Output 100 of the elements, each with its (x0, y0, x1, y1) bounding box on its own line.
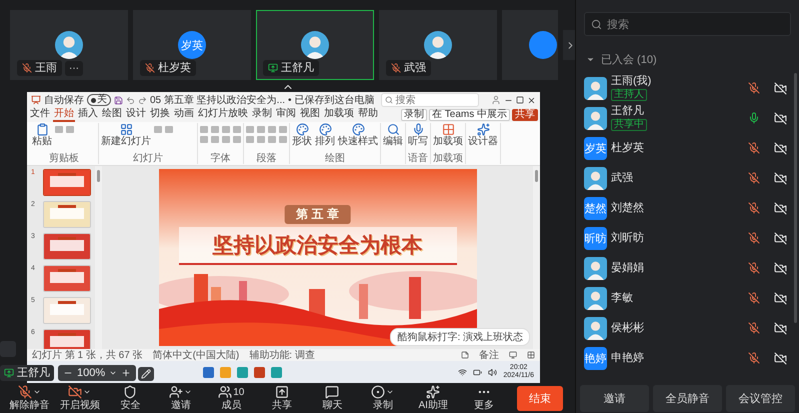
ribbon-tab[interactable]: 帮助 (357, 108, 379, 122)
participant-name: 王雨 (35, 62, 57, 74)
camera-off-icon[interactable] (774, 322, 787, 334)
group-header[interactable]: 已入会 (10) (576, 36, 799, 73)
volume-icon[interactable] (488, 368, 498, 376)
camera-off-icon[interactable] (774, 172, 787, 184)
normal-view-icon[interactable] (509, 351, 517, 359)
ribbon-button[interactable]: 快速样式 (338, 123, 378, 147)
camera-off-icon[interactable] (774, 292, 787, 304)
video-tile[interactable] (502, 10, 558, 80)
camera-off-icon[interactable] (774, 112, 787, 124)
more-button[interactable]: ··· (65, 61, 83, 76)
share-button[interactable]: 共享 (512, 109, 538, 121)
ribbon-button[interactable]: 排列 (315, 123, 335, 147)
zoom-in-icon[interactable] (121, 368, 132, 378)
annotate-button[interactable] (138, 367, 154, 381)
camera-off-icon[interactable] (774, 352, 787, 364)
toolbar-button[interactable]: AI助理 (408, 385, 458, 411)
ribbon-button[interactable]: 听写 (408, 123, 428, 147)
battery-icon[interactable] (473, 368, 482, 376)
ribbon-group-label: 加载项 (433, 154, 463, 164)
ribbon-tab[interactable]: 动画 (173, 108, 195, 122)
member-name: 晏娟娟 (611, 262, 645, 274)
ribbon-tab[interactable]: 录制 (251, 108, 273, 122)
taskbar-app-icon[interactable] (271, 366, 282, 378)
ribbon-button[interactable]: 编辑 (383, 123, 403, 147)
ribbon-button[interactable]: 设计器 (468, 123, 498, 147)
ribbon-tab[interactable]: 审阅 (275, 108, 297, 122)
mic-muted-icon (748, 322, 760, 334)
zoom-level: 100% (77, 366, 106, 379)
account-icon[interactable] (491, 95, 501, 105)
panel-button[interactable]: 会议管控 (726, 384, 795, 412)
close-icon[interactable] (527, 96, 536, 104)
ribbon-group-label: 字体 (210, 154, 230, 164)
taskbar-app-icon[interactable] (203, 366, 214, 378)
undo-icon[interactable] (126, 96, 135, 104)
ribbon-tab[interactable]: 插入 (77, 108, 99, 122)
shield-icon (123, 385, 138, 399)
mic-muted-icon (748, 262, 760, 274)
toolbar-button[interactable]: 更多 (458, 385, 509, 411)
toolbar-button[interactable]: 聊天 (307, 385, 358, 411)
ribbon-button[interactable]: 形状 (292, 123, 312, 147)
ribbon-button[interactable]: 加载项 (433, 123, 463, 147)
caret-icon (586, 55, 595, 64)
toolbar-button[interactable]: 10 成员 (206, 385, 256, 411)
toolbar-button[interactable]: 解除静音 (4, 385, 54, 411)
next-page-button[interactable] (563, 30, 575, 60)
save-icon[interactable] (114, 96, 123, 104)
avatar (584, 106, 607, 130)
ribbon-button[interactable]: 粘贴 (32, 123, 52, 147)
add-user-icon (169, 385, 184, 399)
notes-icon[interactable] (461, 351, 469, 359)
toolbar-button[interactable]: 安全 (105, 385, 156, 411)
camera-off-icon[interactable] (774, 82, 787, 94)
video-tile[interactable]: 王舒凡 (256, 10, 374, 80)
autosave-toggle[interactable]: 关 (87, 94, 111, 106)
ribbon-tab[interactable]: 设计 (125, 108, 147, 122)
toolbar-button[interactable]: 录制 (358, 385, 408, 411)
camera-off-icon[interactable] (774, 232, 787, 244)
search-field[interactable]: 搜索 (584, 12, 791, 36)
ribbon-tab[interactable]: 文件 (29, 108, 51, 122)
mic-muted-icon (748, 232, 760, 244)
panel-button[interactable]: 全员静音 (653, 384, 722, 412)
wifi-icon[interactable] (458, 368, 468, 376)
ribbon-tab[interactable]: 绘图 (101, 108, 123, 122)
camera-off-icon[interactable] (774, 262, 787, 274)
maximize-icon[interactable] (516, 96, 524, 104)
ribbon-tab[interactable]: 幻灯片放映 (197, 108, 249, 122)
member-name: 申艳婷 (611, 352, 645, 364)
save-status: • 已保存到这台电脑 (288, 94, 374, 106)
camera-off-icon (68, 385, 82, 399)
ribbon-button[interactable]: 新建幻灯片 (101, 123, 151, 147)
teams-present-button[interactable]: 在 Teams 中展示 (428, 109, 510, 121)
record-button[interactable]: 录制 (400, 109, 427, 121)
taskbar-app-icon[interactable] (237, 366, 248, 378)
video-tile[interactable]: 武强 (379, 10, 497, 80)
record-icon (371, 385, 386, 399)
sorter-view-icon[interactable] (527, 351, 535, 359)
zoom-control[interactable]: 100% (58, 364, 136, 381)
member-name: 李敏 (611, 292, 634, 304)
file-name: 05 第五章 坚持以政治安全为... (150, 94, 286, 106)
camera-off-icon[interactable] (774, 142, 787, 154)
video-tile[interactable]: 王雨 ··· (10, 10, 128, 80)
panel-button[interactable]: 邀请 (580, 384, 649, 412)
notes-button[interactable]: 备注 (479, 350, 499, 360)
redo-icon[interactable] (138, 96, 147, 104)
end-meeting-button[interactable]: 结束 (517, 386, 563, 410)
search-field[interactable]: 搜索 (381, 93, 480, 107)
video-tile[interactable]: 岁英 杜岁英 (133, 10, 251, 80)
palette-icon (352, 123, 364, 136)
ribbon-tab[interactable]: 切换 (149, 108, 171, 122)
ribbon-tab[interactable]: 视图 (299, 108, 321, 122)
camera-off-icon[interactable] (774, 202, 787, 214)
member-name: 刘楚然 (611, 202, 645, 214)
slide-thumbnail[interactable] (43, 169, 91, 196)
ribbon-tab[interactable]: 加载项 (323, 108, 355, 122)
taskbar-app-icon[interactable] (254, 366, 266, 378)
toolbar-button[interactable]: 邀请 (156, 385, 206, 411)
toolbar-button[interactable]: 共享 (256, 385, 307, 411)
toolbar-button[interactable]: 开启视频 (54, 385, 105, 411)
